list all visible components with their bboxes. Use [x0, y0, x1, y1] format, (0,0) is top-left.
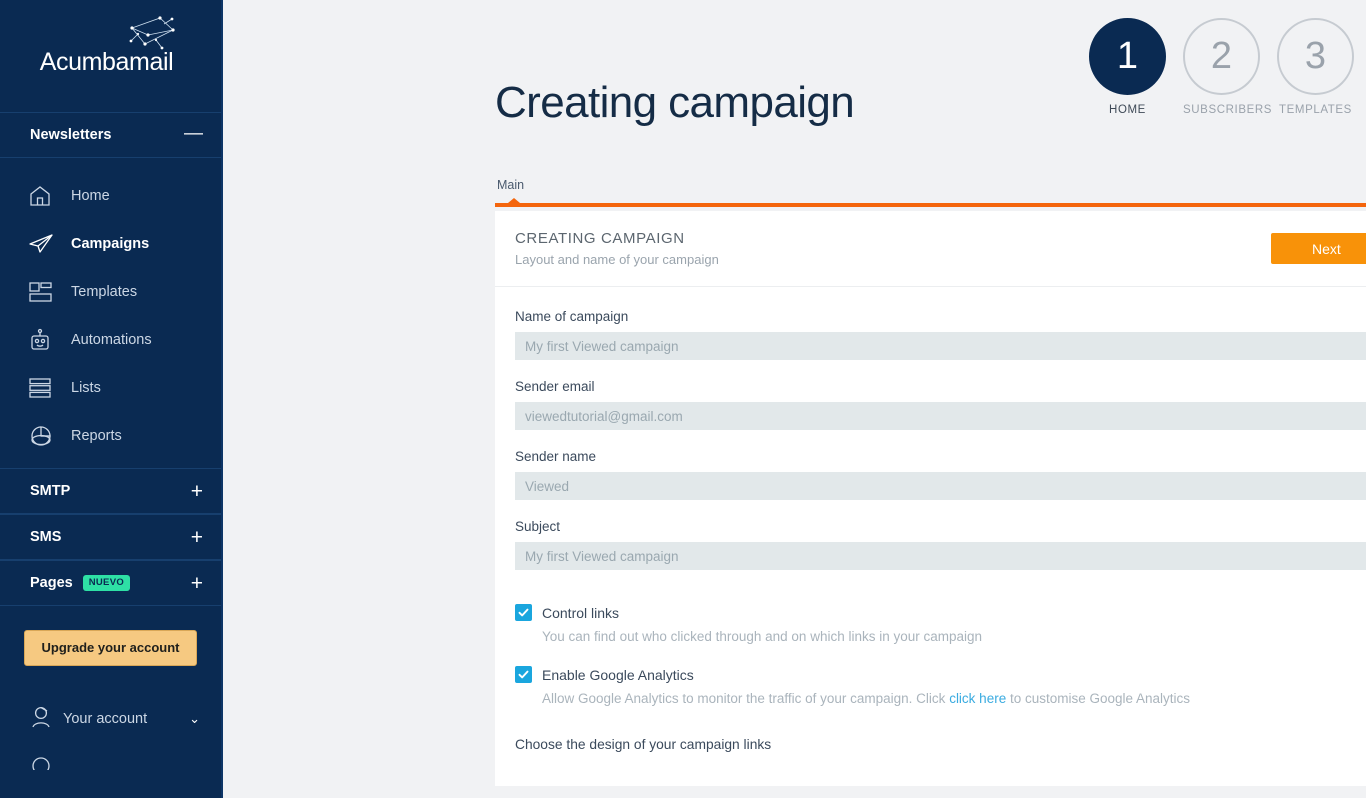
- minus-icon[interactable]: —: [184, 124, 203, 143]
- card-title: CREATING CAMPAIGN: [515, 230, 685, 247]
- sidebar-section-sms[interactable]: SMS +: [0, 514, 221, 560]
- upgrade-account-button[interactable]: Upgrade your account: [24, 630, 197, 667]
- sidebar-item-your-account[interactable]: Your account ⌄: [0, 694, 221, 744]
- step-label: HOME: [1109, 104, 1146, 116]
- sidebar-item-label: Lists: [71, 380, 101, 396]
- google-analytics-row[interactable]: Enable Google Analytics: [515, 666, 1366, 683]
- design-section-title: Choose the design of your campaign links: [515, 737, 772, 752]
- help-text-after: to customise Google Analytics: [1006, 691, 1191, 706]
- user-avatar-icon: [28, 704, 54, 734]
- sender-email-input[interactable]: [515, 402, 1366, 430]
- robot-icon: [28, 328, 62, 352]
- subject-input[interactable]: [515, 542, 1366, 570]
- google-analytics-label: Enable Google Analytics: [542, 666, 694, 683]
- help-text-before: Allow Google Analytics to monitor the tr…: [542, 691, 950, 706]
- card-actions: Next ▶ Save and exit: [1271, 233, 1366, 264]
- step-label: SUBSCRIBERS: [1183, 104, 1273, 116]
- sidebar-item-label: Reports: [71, 428, 122, 444]
- campaign-name-input[interactable]: [515, 332, 1366, 360]
- logo[interactable]: Acumbamail: [0, 0, 221, 112]
- field-label: Sender name: [515, 449, 597, 464]
- tabbar: Main: [495, 178, 1366, 207]
- pie-chart-icon: [28, 424, 62, 448]
- step-number: 1: [1089, 18, 1166, 95]
- next-button-label: Next: [1312, 240, 1341, 257]
- sidebar-section-pages-inner: Pages NUEVO: [30, 575, 131, 591]
- stacked-rows-icon: [28, 377, 62, 399]
- home-icon: [28, 184, 62, 208]
- sidebar-item-lists[interactable]: Lists: [0, 364, 221, 412]
- next-button[interactable]: Next ▶: [1271, 233, 1366, 264]
- sidebar-item-label: Automations: [71, 332, 152, 348]
- sidebar-item-label: Campaigns: [71, 236, 150, 252]
- google-analytics-block: Enable Google Analytics Allow Google Ana…: [515, 666, 1366, 706]
- control-links-checkbox[interactable]: [515, 604, 532, 621]
- main-content: Creating campaign 1 HOME 2 SUBSCRIBERS 3…: [223, 0, 1366, 798]
- google-analytics-help: Allow Google Analytics to monitor the tr…: [542, 691, 1366, 706]
- card-header-text: CREATING CAMPAIGN Layout and name of you…: [515, 230, 719, 267]
- sidebar-nav: Home Campaigns Templates Automations Lis…: [0, 158, 221, 468]
- sidebar-item-campaigns[interactable]: Campaigns: [0, 220, 221, 268]
- page-title: Creating campaign: [495, 78, 855, 127]
- field-subject: Subject: [515, 519, 1366, 534]
- sidebar-item-home[interactable]: Home: [0, 172, 221, 220]
- sidebar: Acumbamail Newsletters — Home Campaigns …: [0, 0, 223, 798]
- sidebar-section-newsletters[interactable]: Newsletters —: [0, 112, 221, 158]
- paper-plane-icon: [28, 232, 62, 256]
- step-number: 2: [1183, 18, 1260, 95]
- envelope-network-icon: [126, 14, 178, 63]
- tab-active-underline: [495, 198, 1366, 207]
- step-2-subscribers[interactable]: 2 SUBSCRIBERS: [1183, 18, 1273, 116]
- tab-main[interactable]: Main: [495, 178, 1366, 192]
- sender-name-input[interactable]: [515, 472, 1366, 500]
- control-links-label: Control links: [542, 604, 620, 621]
- sidebar-section-label: SMS: [30, 529, 62, 545]
- card-subtitle: Layout and name of your campaign: [515, 252, 719, 267]
- field-sender-name: Sender name: [515, 449, 1366, 464]
- field-name-of-campaign: Name of campaign: [515, 309, 1366, 324]
- check-icon: [518, 670, 529, 679]
- google-analytics-checkbox[interactable]: [515, 666, 532, 683]
- field-label: Name of campaign: [515, 309, 629, 324]
- plus-icon[interactable]: +: [191, 527, 203, 548]
- sidebar-section-pages[interactable]: Pages NUEVO +: [0, 560, 221, 606]
- sidebar-section-smtp[interactable]: SMTP +: [0, 468, 221, 514]
- upgrade-wrap: Upgrade your account: [0, 606, 221, 667]
- card-header: CREATING CAMPAIGN Layout and name of you…: [495, 211, 1366, 287]
- sidebar-section-label: SMTP: [30, 483, 71, 499]
- app-root: Acumbamail Newsletters — Home Campaigns …: [0, 0, 1366, 798]
- sidebar-item-label: Home: [71, 188, 110, 204]
- click-here-link[interactable]: click here: [949, 691, 1006, 706]
- control-links-help: You can find out who clicked through and…: [542, 629, 983, 644]
- sidebar-item-label: Templates: [71, 284, 138, 300]
- sidebar-item-label: Your account: [63, 711, 148, 728]
- design-section-subtitle: [515, 761, 1366, 776]
- check-icon: [518, 608, 529, 617]
- sidebar-item-automations[interactable]: Automations: [0, 316, 221, 364]
- field-label: Subject: [515, 519, 561, 534]
- chevron-down-icon[interactable]: ⌄: [189, 711, 200, 727]
- field-sender-email: Sender email: [515, 379, 1366, 394]
- campaign-card: CREATING CAMPAIGN Layout and name of you…: [495, 211, 1366, 786]
- sidebar-item-reports[interactable]: Reports: [0, 412, 221, 460]
- field-label: Sender email: [515, 379, 595, 394]
- control-links-block: Control links You can find out who click…: [515, 604, 1366, 644]
- step-label: TEMPLATES: [1279, 104, 1352, 116]
- card-body: Name of campaign Sender email Sender nam…: [495, 287, 1366, 786]
- layout-blocks-icon: [28, 281, 62, 303]
- step-1-home[interactable]: 1 HOME: [1089, 18, 1166, 116]
- step-3-templates[interactable]: 3 TEMPLATES: [1277, 18, 1354, 116]
- step-number: 3: [1277, 18, 1354, 95]
- globe-icon: [32, 757, 50, 775]
- plus-icon[interactable]: +: [191, 573, 203, 594]
- sidebar-item-partial[interactable]: [0, 752, 221, 775]
- sidebar-item-templates[interactable]: Templates: [0, 268, 221, 316]
- status-badge-nuevo: NUEVO: [82, 575, 131, 591]
- sidebar-section-label: Pages: [30, 575, 73, 591]
- step-indicator: 1 HOME 2 SUBSCRIBERS 3 TEMPLATES 4 LAYOU…: [1089, 18, 1366, 116]
- control-links-row[interactable]: Control links: [515, 604, 1366, 621]
- sidebar-section-label: Newsletters: [30, 127, 112, 143]
- plus-icon[interactable]: +: [191, 481, 203, 502]
